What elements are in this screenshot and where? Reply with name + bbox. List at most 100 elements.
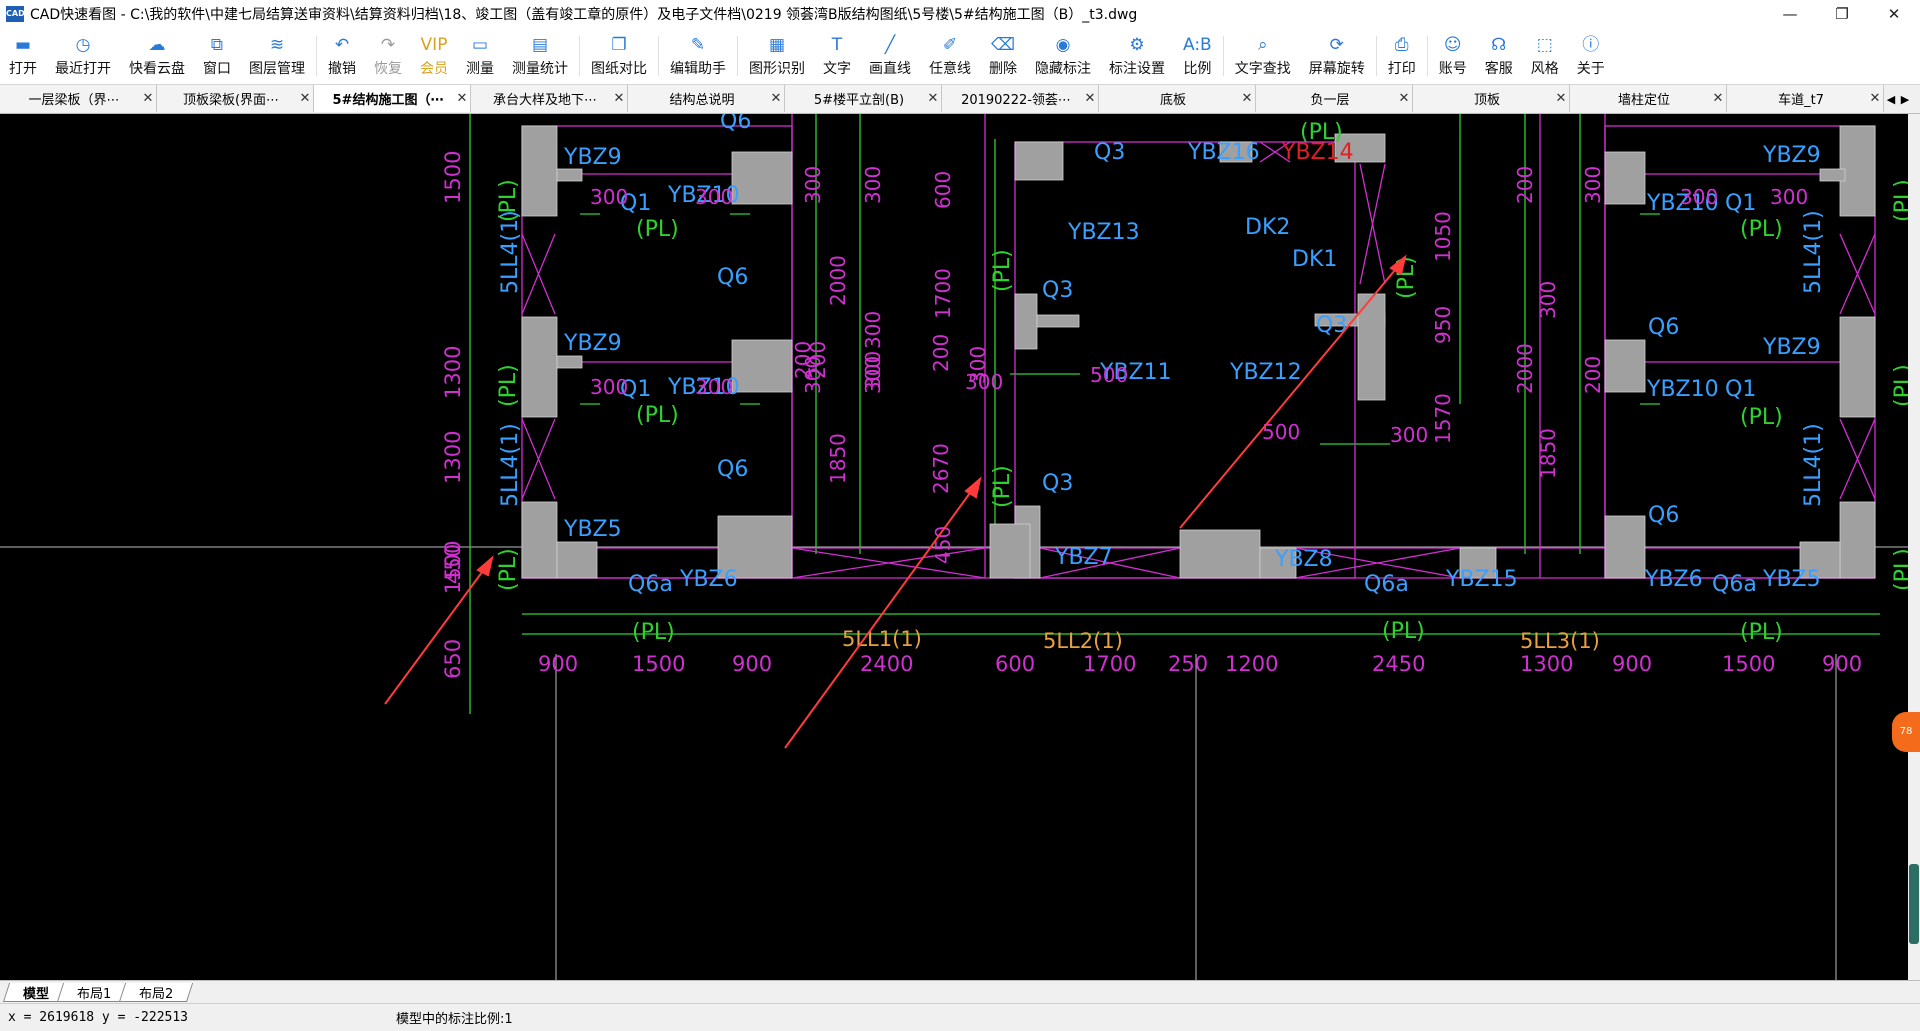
toolbar-button-label: 窗口	[203, 61, 231, 77]
tab-close-icon[interactable]: ✕	[1867, 91, 1883, 106]
toolbar-button-12[interactable]: ▦ 图形识别	[740, 28, 814, 84]
toolbar-button-3[interactable]: ⧉ 窗口	[194, 28, 240, 84]
style-icon: ⬚	[1536, 35, 1553, 55]
maximize-button[interactable]: ❐	[1816, 0, 1868, 28]
document-tab-1[interactable]: 顶板梁板(界面⋯ ✕	[157, 85, 314, 112]
toolbar-button-2[interactable]: ☁ 快看云盘	[120, 28, 194, 84]
toolbar-button-8[interactable]: ▭ 测量	[457, 28, 503, 84]
floating-badge[interactable]: 78	[1892, 712, 1920, 752]
wall-label: YBZ5	[563, 517, 622, 542]
pl-label: (PL)	[1891, 548, 1908, 591]
tab-scroll-next-icon[interactable]: ▶	[1898, 85, 1912, 113]
vertical-scrollbar[interactable]	[1908, 114, 1920, 980]
document-tab-2[interactable]: 5#结构施工图（⋯ ✕	[314, 85, 471, 112]
toolbar-button-18[interactable]: ⚙ 标注设置	[1100, 28, 1174, 84]
toolbar-button-16[interactable]: ⌫ 删除	[980, 28, 1026, 84]
tab-close-icon[interactable]: ✕	[1710, 91, 1726, 106]
wall-label: 5LL4(1)	[498, 423, 523, 507]
document-tab-10[interactable]: 墙柱定位 ✕	[1570, 85, 1727, 112]
toolbar-button-11[interactable]: ✎ 编辑助手	[661, 28, 735, 84]
wall-label: Q6a	[1364, 572, 1409, 597]
dimension-bottom: 600	[995, 652, 1035, 676]
tab-scroll-prev-icon[interactable]: ◀	[1884, 85, 1898, 113]
pl-label: (PL)	[1891, 179, 1908, 222]
toolbar-button-10[interactable]: ❐ 图纸对比	[582, 28, 656, 84]
dimension-bottom: 1500	[632, 652, 685, 676]
toolbar-separator	[579, 36, 580, 76]
toolbar-button-label: 会员	[420, 61, 448, 77]
document-tab-3[interactable]: 承台大样及地下⋯ ✕	[471, 85, 628, 112]
rotate-icon: ⟳	[1329, 35, 1344, 55]
wall-label: Q6	[717, 265, 748, 290]
document-tab-8[interactable]: 负一层 ✕	[1256, 85, 1413, 112]
tab-label: 顶板	[1473, 93, 1500, 108]
toolbar-button-22[interactable]: ⎙ 打印	[1379, 28, 1425, 84]
tab-close-icon[interactable]: ✕	[454, 91, 470, 106]
cad-drawing[interactable]: Q6YBZ9Q1 YBZ10Q6YBZ9Q1 YBZ10Q6YBZ5Q6a YBZ6Q…	[0, 114, 1908, 980]
tab-close-icon[interactable]: ✕	[140, 91, 156, 106]
toolbar-button-9[interactable]: ▤ 测量统计	[503, 28, 577, 84]
tab-label: 结构总说明	[669, 93, 735, 108]
wall-label: Q6	[717, 457, 748, 482]
dimension-left: 1300	[441, 346, 465, 399]
cloud-icon: ☁	[148, 35, 166, 55]
toolbar-button-4[interactable]: ≋ 图层管理	[240, 28, 314, 84]
wall-label: YBZ9	[563, 145, 622, 170]
toolbar-button-20[interactable]: ⌕ 文字查找	[1226, 28, 1300, 84]
toolbar-button-26[interactable]: ⓘ 关于	[1568, 28, 1614, 84]
tab-close-icon[interactable]: ✕	[925, 91, 941, 106]
toolbar-button-24[interactable]: ☊ 客服	[1476, 28, 1522, 84]
dimension-left: 1300	[441, 431, 465, 484]
toolbar-button-7[interactable]: VIP 会员	[411, 28, 457, 84]
document-tab-6[interactable]: 20190222-领荟⋯ ✕	[942, 85, 1099, 112]
close-button[interactable]: ✕	[1868, 0, 1920, 28]
document-tab-5[interactable]: 5#楼平立剖(B) ✕	[785, 85, 942, 112]
document-tab-7[interactable]: 底板 ✕	[1099, 85, 1256, 112]
tab-close-icon[interactable]: ✕	[611, 91, 627, 106]
tab-close-icon[interactable]: ✕	[768, 91, 784, 106]
document-tab-9[interactable]: 顶板 ✕	[1413, 85, 1570, 112]
document-tab-bar: 一层梁板（界⋯ ✕ 顶板梁板(界面⋯ ✕ 5#结构施工图（⋯ ✕ 承台大样及地下⋯ ✕ 结构总说…	[0, 85, 1920, 114]
dimension-label: 200	[929, 334, 953, 372]
toolbar-button-label: 账号	[1438, 61, 1467, 77]
toolbar-button-15[interactable]: ✐ 任意线	[920, 28, 980, 84]
minimize-button[interactable]: —	[1764, 0, 1816, 28]
wall-label: YBZ6	[1644, 567, 1703, 592]
toolbar-button-14[interactable]: ╱ 画直线	[860, 28, 920, 84]
toolbar-button-0[interactable]: ▬ 打开	[0, 28, 46, 84]
layout-tab-layout2[interactable]: 布局2	[119, 982, 194, 1002]
tab-label: 墙柱定位	[1617, 93, 1670, 108]
tab-close-icon[interactable]: ✕	[1396, 91, 1412, 106]
document-tab-11[interactable]: 车道_t7 ✕	[1727, 85, 1884, 112]
toolbar-button-23[interactable]: ☺ 账号	[1430, 28, 1476, 84]
toolbar-button-25[interactable]: ⬚ 风格	[1522, 28, 1568, 84]
document-tab-0[interactable]: 一层梁板（界⋯ ✕	[0, 85, 157, 112]
tab-close-icon[interactable]: ✕	[1082, 91, 1098, 106]
toolbar-button-label: 隐藏标注	[1035, 61, 1091, 77]
wall-label: 5LL4(1)	[1801, 423, 1826, 507]
toolbar-button-17[interactable]: ◉ 隐藏标注	[1026, 28, 1100, 84]
shape-recognition-icon: ▦	[768, 35, 786, 55]
drawing-canvas[interactable]: Q6 YBZ9 Q1 YBZ10 Q6 YBZ9 Q1 YBZ10 Q6 YBZ5 Q6a YBZ6 Q…	[0, 114, 1908, 980]
toolbar-button-1[interactable]: ◷ 最近打开	[46, 28, 120, 84]
toolbar-button-13[interactable]: T 文字	[814, 28, 860, 84]
tab-close-icon[interactable]: ✕	[1239, 91, 1255, 106]
toolbar-separator	[737, 36, 738, 76]
toolbar-button-6[interactable]: ↷ 恢复	[365, 28, 411, 84]
document-tab-4[interactable]: 结构总说明 ✕	[628, 85, 785, 112]
toolbar-button-5[interactable]: ↶ 撤销	[319, 28, 365, 84]
clock-icon: ◷	[75, 35, 91, 55]
dimension-label: 200	[1581, 356, 1605, 394]
wall-label: YBZ10	[1646, 377, 1719, 402]
scale-icon: A:B	[1183, 35, 1212, 55]
tab-close-icon[interactable]: ✕	[1553, 91, 1569, 106]
dimension-bottom: 2400	[860, 652, 913, 676]
dimension-label: 2670	[929, 443, 953, 494]
dimension-label: 300	[861, 351, 885, 389]
layers-icon: ≋	[269, 35, 285, 55]
tab-label: 5#楼平立剖(B)	[813, 93, 905, 108]
toolbar-button-21[interactable]: ⟳ 屏幕旋转	[1300, 28, 1374, 84]
scrollbar-thumb[interactable]	[1909, 864, 1919, 944]
toolbar-button-19[interactable]: A:B 比例	[1174, 28, 1221, 84]
tab-close-icon[interactable]: ✕	[297, 91, 313, 106]
